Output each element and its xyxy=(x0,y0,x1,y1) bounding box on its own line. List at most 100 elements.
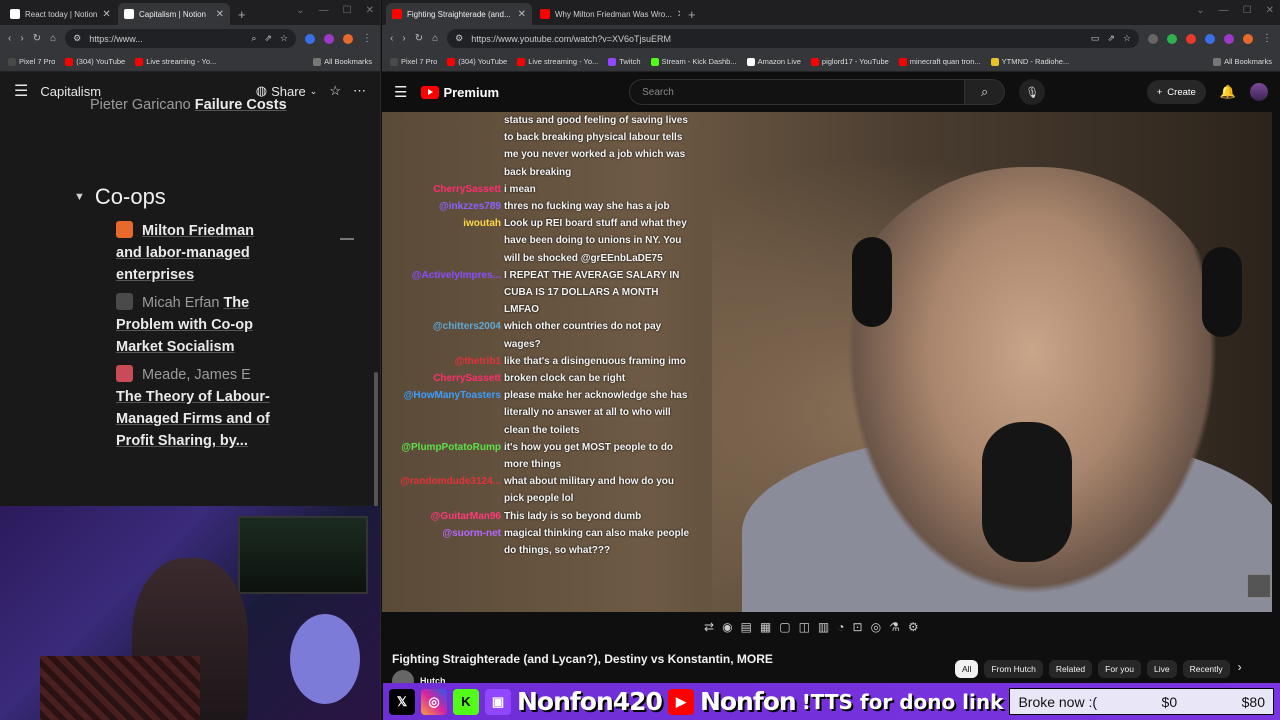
reload-icon[interactable]: ↻ xyxy=(415,33,423,44)
item-title[interactable]: Failure Costs xyxy=(195,97,287,113)
site-info-icon[interactable]: ⚙ xyxy=(455,33,463,44)
all-bookmarks[interactable]: All Bookmarks xyxy=(1213,57,1272,66)
chevron-right-icon[interactable]: › xyxy=(1238,660,1242,678)
video-player[interactable]: status and good feeling of saving lives … xyxy=(382,112,1272,612)
bookmark-item[interactable]: (304) YouTube xyxy=(447,57,507,66)
tab-fighting-straighterade[interactable]: Fighting Straighterade (and... ✕ xyxy=(386,3,532,25)
tab-milton-friedman[interactable]: Why Milton Friedman Was Wro... ✕ xyxy=(534,3,680,25)
bookmark-item[interactable]: Pixel 7 Pro xyxy=(8,57,55,66)
bookmark-star-icon[interactable]: ☆ xyxy=(280,33,288,44)
lab-flask-icon[interactable]: ⚗ xyxy=(889,620,900,634)
toggle-triangle-icon[interactable]: ▼ xyxy=(74,191,85,203)
extension-icon[interactable] xyxy=(324,33,334,44)
url-field[interactable]: ⚙ https://www... ⌕ ⇗ ☆ xyxy=(65,29,296,48)
share-icon[interactable]: ⇗ xyxy=(264,33,272,44)
list-item[interactable]: Pieter Garicano Failure Costs xyxy=(90,94,380,116)
section-heading[interactable]: ▼ Co-ops xyxy=(74,184,380,210)
maximize-button[interactable]: ☐ xyxy=(1243,5,1252,16)
audio-icon[interactable]: ◉ xyxy=(722,620,732,634)
bookmark-item[interactable]: Twitch xyxy=(608,57,641,66)
chip-related[interactable]: Related xyxy=(1048,660,1093,678)
bookmark-item[interactable]: Stream - Kick Dashb... xyxy=(650,57,737,66)
avatar[interactable] xyxy=(1250,83,1268,101)
speed-icon[interactable]: ◔ xyxy=(837,620,844,634)
channel-watermark[interactable] xyxy=(1247,574,1271,598)
list-item[interactable]: Meade, James E The Theory of Labour-Mana… xyxy=(116,364,270,452)
extension-icon[interactable] xyxy=(305,33,315,44)
tab-react-today[interactable]: React today | Notion ✕ xyxy=(4,3,116,25)
new-tab-button[interactable]: + xyxy=(682,7,702,25)
chat-username[interactable]: @suorm-net xyxy=(382,525,504,559)
grid-icon[interactable]: ▥ xyxy=(818,620,829,634)
chat-username[interactable]: @thetrib1 xyxy=(382,353,504,370)
share-icon[interactable]: ⇗ xyxy=(1107,33,1115,44)
captions-icon[interactable]: ▤ xyxy=(741,620,752,634)
close-window-button[interactable]: ✕ xyxy=(1266,5,1274,16)
bookmark-item[interactable]: Amazon Live xyxy=(746,57,801,66)
tab-capitalism[interactable]: Capitalism | Notion ✕ xyxy=(118,3,230,25)
extension-icon[interactable] xyxy=(1186,33,1196,44)
chat-username[interactable]: CherrySassett xyxy=(382,370,504,387)
bookmark-item[interactable]: YTMND - Radiohe... xyxy=(990,57,1069,66)
chat-username[interactable]: CherrySassett xyxy=(382,181,504,198)
close-icon[interactable]: ✕ xyxy=(518,9,526,20)
forward-icon[interactable]: › xyxy=(402,33,405,44)
notifications-bell-icon[interactable]: 🔔 xyxy=(1220,84,1236,100)
tab-search-icon[interactable]: ⌄ xyxy=(1196,5,1204,16)
chat-username[interactable]: @HowManyToasters xyxy=(382,387,504,439)
tab-search-icon[interactable]: ⌄ xyxy=(296,5,304,16)
chat-username[interactable] xyxy=(382,112,504,181)
drag-handle-icon[interactable] xyxy=(340,238,354,240)
back-icon[interactable]: ‹ xyxy=(390,33,393,44)
profile-avatar[interactable] xyxy=(343,33,353,44)
back-icon[interactable]: ‹ xyxy=(8,33,11,44)
bookmark-item[interactable]: Live streaming - Yo... xyxy=(517,57,598,66)
chat-username[interactable]: @GuitarMan96 xyxy=(382,508,504,525)
bookmark-item[interactable]: piglord17 - YouTube xyxy=(810,57,889,66)
list-item[interactable]: Micah Erfan The Problem with Co-op Marke… xyxy=(116,292,270,358)
screenshot-icon[interactable]: ◎ xyxy=(871,620,881,634)
site-info-icon[interactable]: ⚙ xyxy=(73,33,81,44)
bookmark-item[interactable]: minecraft quan tron... xyxy=(898,57,981,66)
new-tab-button[interactable]: + xyxy=(232,7,252,25)
chat-username[interactable]: @PlumpPotatoRump xyxy=(382,439,504,473)
item-title[interactable]: The Theory of Labour-Managed Firms and o… xyxy=(116,389,270,449)
close-icon[interactable]: ✕ xyxy=(102,9,110,20)
cast-icon[interactable]: ▭ xyxy=(1091,33,1100,44)
chip-from-hutch[interactable]: From Hutch xyxy=(984,660,1043,678)
bookmark-item[interactable]: Live streaming - Yo... xyxy=(135,57,216,66)
chip-for-you[interactable]: For you xyxy=(1098,660,1141,678)
pip-icon[interactable]: ◫ xyxy=(799,620,810,634)
chip-all[interactable]: All xyxy=(955,660,979,678)
miniplayer-icon[interactable]: ▢ xyxy=(779,620,790,634)
url-field[interactable]: ⚙ https://www.youtube.com/watch?v=XV6oTj… xyxy=(447,29,1139,48)
close-icon[interactable]: ✕ xyxy=(677,9,680,20)
item-title[interactable]: Milton Friedman and labor-managed enterp… xyxy=(116,223,254,283)
chat-username[interactable]: @ActivelyImpres... xyxy=(382,267,504,319)
chip-live[interactable]: Live xyxy=(1147,660,1177,678)
search-input[interactable]: Search xyxy=(629,79,966,105)
search-icon[interactable]: ⌕ xyxy=(251,33,256,44)
menu-icon[interactable]: ⋮ xyxy=(362,33,372,44)
chat-username[interactable]: iwoutah xyxy=(382,215,504,267)
close-window-button[interactable]: ✕ xyxy=(366,5,374,16)
all-bookmarks[interactable]: All Bookmarks xyxy=(313,57,372,66)
list-item[interactable]: Milton Friedman and labor-managed enterp… xyxy=(116,220,270,286)
close-icon[interactable]: ✕ xyxy=(216,9,224,20)
chat-username[interactable]: @inkzzes789 xyxy=(382,198,504,215)
chat-username[interactable]: @chitters2004 xyxy=(382,318,504,352)
profile-avatar[interactable] xyxy=(1243,33,1253,44)
film-icon[interactable]: ▦ xyxy=(760,620,771,634)
search-button[interactable]: ⌕ xyxy=(965,79,1006,105)
forward-icon[interactable]: › xyxy=(20,33,23,44)
bookmark-item[interactable]: Pixel 7 Pro xyxy=(390,57,437,66)
home-icon[interactable]: ⌂ xyxy=(50,33,56,44)
crop-icon[interactable]: ⊡ xyxy=(853,620,863,634)
extension-icon[interactable] xyxy=(1205,33,1215,44)
scrollbar[interactable] xyxy=(374,372,378,512)
extension-icon[interactable] xyxy=(1167,33,1177,44)
bookmark-item[interactable]: (304) YouTube xyxy=(65,57,125,66)
home-icon[interactable]: ⌂ xyxy=(432,33,438,44)
menu-icon[interactable]: ☰ xyxy=(394,83,407,101)
maximize-button[interactable]: ☐ xyxy=(343,5,352,16)
